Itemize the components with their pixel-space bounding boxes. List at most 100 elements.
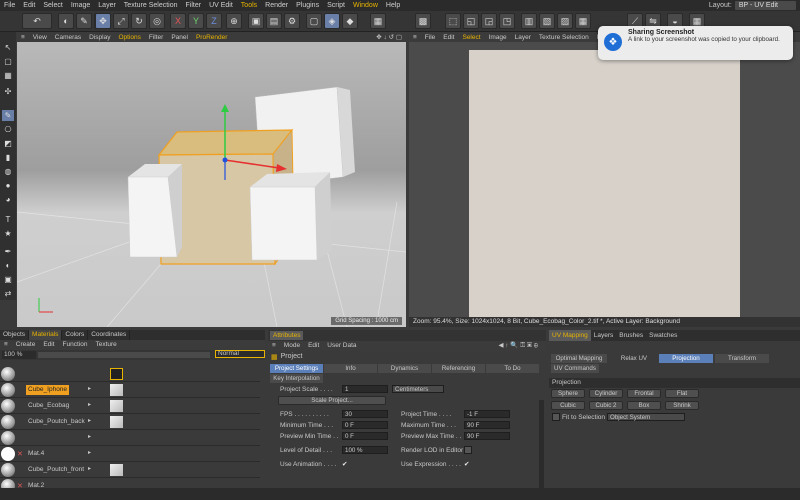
cube-mode-icon[interactable]: ▢ — [306, 13, 322, 29]
layout-select[interactable]: BP - UV Edit — [734, 1, 796, 10]
fps-input[interactable]: 30 — [342, 410, 388, 418]
mat-menu-texture[interactable]: Texture — [91, 340, 120, 350]
material-row[interactable]: Cube_Iphone ▸ — [0, 382, 260, 398]
viewport-3d[interactable]: Grid Spacing : 1000 cm — [16, 42, 407, 328]
box-projection-button[interactable]: Box — [627, 401, 661, 410]
cubic-projection-button[interactable]: Cubic — [551, 401, 585, 410]
preview-max-input[interactable]: 90 F — [464, 432, 510, 440]
uv-canvas[interactable] — [409, 42, 800, 317]
sphere-projection-button[interactable]: Sphere — [551, 389, 585, 398]
attributes-scrollbar[interactable] — [539, 400, 544, 488]
texture-thumb[interactable] — [110, 400, 123, 412]
cylinder-projection-button[interactable]: Cylinder — [589, 389, 623, 398]
tab-projection[interactable]: Projection — [659, 354, 713, 363]
expand-icon[interactable]: ▸ — [88, 401, 91, 408]
texture-mode-icon[interactable]: ◈ — [324, 13, 340, 29]
texture-thumb[interactable] — [110, 384, 123, 396]
tab-dynamics[interactable]: Dynamics — [378, 364, 431, 373]
viewport-nav-icons[interactable]: ✥ ↓ ↺ ▢ — [372, 33, 406, 41]
uv-menu-edit[interactable]: Edit — [439, 34, 458, 41]
attr-menu-user-data[interactable]: User Data — [323, 341, 360, 351]
grid-tool-icon[interactable]: ▦ — [2, 70, 14, 81]
vp-menu-display[interactable]: Display — [85, 34, 114, 41]
tab-colors[interactable]: Colors — [62, 330, 89, 340]
menu-image[interactable]: Image — [67, 2, 94, 9]
axis-y-icon[interactable]: Y — [188, 13, 204, 29]
expand-icon[interactable]: ▸ — [88, 449, 91, 456]
scale-tool-icon[interactable]: ⤢ — [113, 13, 129, 29]
star-icon[interactable]: ★ — [2, 228, 14, 239]
foreground-color-icon[interactable]: ▣ — [2, 274, 14, 285]
expand-icon[interactable]: ▸ — [88, 465, 91, 472]
paint-mode-3-icon[interactable]: ▨ — [557, 13, 573, 29]
vp-menu-options[interactable]: Options — [114, 34, 144, 41]
project-scale-unit-select[interactable]: Centimeters — [392, 385, 444, 393]
pen-icon[interactable]: ✎ — [76, 13, 92, 29]
dodge-icon[interactable]: ◕ — [2, 194, 14, 205]
attr-menu-edit[interactable]: Edit — [304, 341, 323, 351]
eraser-icon[interactable]: ◩ — [2, 138, 14, 149]
menu-edit[interactable]: Edit — [19, 2, 39, 9]
text-tool-icon[interactable]: T — [2, 214, 14, 225]
expand-icon[interactable]: ▸ — [88, 385, 91, 392]
fit-to-selection-checkbox[interactable] — [552, 413, 560, 421]
expand-icon[interactable]: ▸ — [88, 417, 91, 424]
minimum-time-input[interactable]: 0 F — [342, 421, 388, 429]
tab-key-interpolation[interactable]: Key Interpolation — [270, 374, 323, 383]
tab-objects[interactable]: Objects — [0, 330, 30, 340]
use-expression-check-icon[interactable]: ✔ — [464, 460, 469, 468]
sharing-notification[interactable]: ❖ Sharing Screenshot A link to your scre… — [598, 26, 793, 60]
live-select-icon[interactable]: ◐ — [58, 13, 74, 29]
paint-mode-4-icon[interactable]: ▦ — [575, 13, 591, 29]
expand-icon[interactable]: ▸ — [88, 433, 91, 440]
menu-file[interactable]: File — [0, 2, 19, 9]
color-picker-icon[interactable]: ◐ — [2, 260, 14, 271]
tab-layers[interactable]: Layers — [591, 330, 617, 341]
maximum-time-input[interactable]: 90 F — [464, 421, 510, 429]
preview-min-input[interactable]: 0 F — [342, 432, 388, 440]
swap-colors-icon[interactable]: ⇄ — [2, 288, 14, 299]
tab-uv-commands[interactable]: UV Commands — [551, 364, 599, 373]
rect-select-icon[interactable]: ▢ — [2, 56, 14, 67]
tab-materials[interactable]: Materials — [29, 330, 63, 340]
material-row[interactable] — [0, 366, 260, 382]
tab-brushes[interactable]: Brushes — [616, 330, 646, 341]
undo-icon[interactable]: ↶ — [22, 13, 52, 29]
fit-system-select[interactable]: Object System — [607, 413, 685, 421]
vp-menu-filter[interactable]: Filter — [145, 34, 167, 41]
blend-mode-select[interactable]: Normal — [215, 350, 265, 358]
mat-menu-function[interactable]: Function — [59, 340, 92, 350]
bp-mode-icon[interactable]: ◆ — [342, 13, 358, 29]
paint-mode-2-icon[interactable]: ▧ — [539, 13, 555, 29]
menu-select[interactable]: Select — [39, 2, 66, 9]
uv-poly-icon[interactable]: ◱ — [463, 13, 479, 29]
use-animation-check-icon[interactable]: ✔ — [342, 460, 347, 468]
shrink-projection-button[interactable]: Shrink — [665, 401, 699, 410]
eyedropper-icon[interactable]: ✒ — [2, 246, 14, 257]
paint-brush-icon[interactable]: ✎ — [2, 110, 14, 121]
menu-plugins[interactable]: Plugins — [292, 2, 323, 9]
tab-uv-mapping[interactable]: UV Mapping — [549, 330, 591, 341]
vp-menu-prorender[interactable]: ProRender — [192, 34, 231, 41]
last-tool-icon[interactable]: ◎ — [149, 13, 165, 29]
select-tool-icon[interactable]: ↖ — [2, 42, 14, 53]
scale-project-button[interactable]: Scale Project... — [278, 396, 386, 405]
menu-texture-selection[interactable]: Texture Selection — [120, 2, 182, 9]
vp-menu-cameras[interactable]: Cameras — [51, 34, 85, 41]
uv-menu-layer[interactable]: Layer — [511, 34, 535, 41]
material-row[interactable]: ▸ — [0, 430, 260, 446]
render-settings-icon[interactable]: ⚙ — [284, 13, 300, 29]
more-tools-icon[interactable]: ▦ — [370, 13, 386, 29]
opacity-slider[interactable] — [38, 352, 210, 358]
tab-project-settings[interactable]: Project Settings — [270, 364, 323, 373]
material-row[interactable]: Cube_Poutch_front ▸ — [0, 462, 260, 478]
uv-menu-texture-selection[interactable]: Texture Selection — [535, 34, 593, 41]
project-scale-input[interactable]: 1 — [342, 385, 388, 393]
stamp-icon[interactable]: ⎔ — [2, 124, 14, 135]
materials-zoom[interactable]: 100 % — [2, 351, 36, 359]
uv-object-icon[interactable]: ◳ — [499, 13, 515, 29]
menu-render[interactable]: Render — [261, 2, 292, 9]
render-view-icon[interactable]: ▣ — [248, 13, 264, 29]
uv-point-icon[interactable]: ⬚ — [445, 13, 461, 29]
lod-input[interactable]: 100 % — [342, 446, 388, 454]
